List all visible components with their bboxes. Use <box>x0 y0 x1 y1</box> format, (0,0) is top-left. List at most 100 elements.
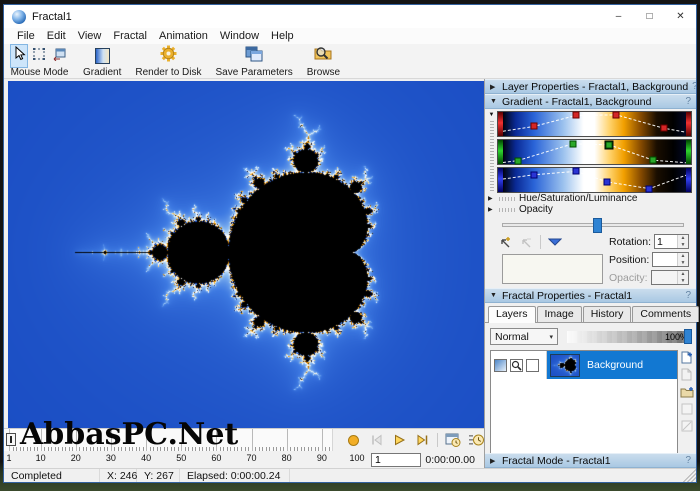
drag-grip[interactable] <box>499 208 515 212</box>
maximize-button[interactable]: □ <box>634 5 665 28</box>
red-control-point[interactable] <box>661 125 668 132</box>
green-control-point[interactable] <box>514 157 521 164</box>
collapse-arrow-icon[interactable]: ▶ <box>490 457 498 465</box>
play-button[interactable] <box>391 432 407 448</box>
collapse-arrow-icon[interactable]: ▶ <box>490 83 498 91</box>
spinner-buttons[interactable]: ▲▼ <box>677 253 688 266</box>
blue-control-point[interactable] <box>531 171 538 178</box>
cursor-button[interactable] <box>10 44 28 68</box>
collapse-arrow-icon[interactable]: ▶ <box>488 206 495 213</box>
gradient-preview[interactable] <box>503 112 686 136</box>
gear-button[interactable] <box>157 42 180 70</box>
tab-image[interactable]: Image <box>537 306 582 322</box>
frame-number-input[interactable] <box>371 453 421 467</box>
gradient-dropdown-button[interactable] <box>548 237 562 247</box>
red-control-point[interactable] <box>531 123 538 130</box>
close-button[interactable]: ✕ <box>665 5 696 28</box>
menu-view[interactable]: View <box>72 30 108 42</box>
browse-button[interactable] <box>311 43 335 69</box>
tab-layers[interactable]: Layers <box>488 306 536 323</box>
layer-row[interactable]: Background <box>491 351 677 379</box>
menu-file[interactable]: File <box>11 30 41 42</box>
insert-control-point-button[interactable] <box>498 235 512 249</box>
help-icon[interactable]: ? <box>685 290 691 301</box>
add-layer-group-button[interactable] <box>680 385 694 398</box>
position-value[interactable] <box>653 253 677 266</box>
drag-grip[interactable] <box>499 197 515 201</box>
help-icon[interactable]: ? <box>685 455 691 466</box>
layer-editable-checkbox[interactable] <box>510 359 523 372</box>
merge-layer-button[interactable] <box>680 402 694 415</box>
fractal-viewport[interactable] <box>4 79 484 428</box>
menu-edit[interactable]: Edit <box>41 30 72 42</box>
green-control-point[interactable] <box>650 157 657 164</box>
spin-down-icon[interactable]: ▼ <box>678 278 688 285</box>
panel-header-gradient[interactable]: ▼ Gradient - Fractal1, Background ? <box>485 94 696 109</box>
record-button[interactable] <box>345 432 361 448</box>
mandelbrot-render[interactable] <box>8 81 484 428</box>
resize-grip[interactable] <box>683 469 696 482</box>
panel-header-fractal-properties[interactable]: ▼ Fractal Properties - Fractal1 ? <box>485 288 696 303</box>
menu-fractal[interactable]: Fractal <box>107 30 153 42</box>
first-frame-button[interactable] <box>368 432 384 448</box>
spin-down-icon[interactable]: ▼ <box>678 260 688 267</box>
opacity-spinbox[interactable]: ▲▼ <box>651 270 689 285</box>
panel-header-layer-properties[interactable]: ▶ Layer Properties - Fractal1, Backgroun… <box>485 79 696 94</box>
gradient-menu-icon[interactable]: ▼ <box>489 111 495 119</box>
layer-transparent-checkbox[interactable] <box>526 359 539 372</box>
menu-window[interactable]: Window <box>214 30 265 42</box>
subsection-opacity[interactable]: ▶Opacity <box>486 204 694 215</box>
duplicate-layer-button[interactable] <box>680 368 694 381</box>
layers-list[interactable]: Background <box>490 350 678 458</box>
slider-thumb[interactable] <box>593 218 602 233</box>
green-control-point[interactable] <box>606 141 613 148</box>
gradient-button[interactable] <box>93 46 112 66</box>
render-animation-button[interactable] <box>445 432 461 448</box>
tab-history[interactable]: History <box>583 306 632 322</box>
gradient-bar-red[interactable] <box>497 111 692 137</box>
minimize-button[interactable]: – <box>603 5 634 28</box>
blue-control-point[interactable] <box>646 185 653 192</box>
timeline-position-marker[interactable] <box>6 433 16 446</box>
gradient-bar-blue[interactable] <box>497 167 692 193</box>
rotation-spinbox[interactable]: 1 ▲▼ <box>654 234 689 249</box>
last-frame-button[interactable] <box>414 432 430 448</box>
gradient-preview[interactable] <box>503 168 686 192</box>
opacity-value[interactable] <box>652 271 677 284</box>
layer-selection[interactable]: Background <box>547 351 677 379</box>
collapse-arrow-icon[interactable]: ▶ <box>488 195 495 202</box>
blue-control-point[interactable] <box>604 178 611 185</box>
red-control-point[interactable] <box>613 111 620 118</box>
expand-arrow-icon[interactable]: ▼ <box>490 98 498 105</box>
opacity-slider-thumb[interactable] <box>684 329 692 344</box>
spinner-buttons[interactable]: ▲▼ <box>677 271 688 284</box>
add-layer-button[interactable] <box>680 351 694 364</box>
spin-down-icon[interactable]: ▼ <box>678 242 688 249</box>
subsection-hue-saturation-luminance[interactable]: ▶Hue/Saturation/Luminance <box>486 193 694 204</box>
blend-mode-select[interactable]: Normal ▾ <box>490 328 558 345</box>
gradient-bar-green[interactable] <box>497 139 692 165</box>
green-control-point[interactable] <box>569 140 576 147</box>
save-parameters-button[interactable] <box>242 43 266 70</box>
select-region-button[interactable] <box>30 45 48 68</box>
help-icon[interactable]: ? <box>685 96 691 107</box>
delete-control-point-button[interactable] <box>519 235 533 249</box>
menu-help[interactable]: Help <box>265 30 300 42</box>
red-control-point[interactable] <box>573 112 580 119</box>
gradient-position-slider[interactable] <box>502 223 684 227</box>
help-icon[interactable]: ? <box>692 81 696 92</box>
layer-opacity-slider[interactable]: 100% <box>567 331 690 343</box>
flatten-button[interactable] <box>680 419 694 432</box>
panel-header-fractal-mode[interactable]: ▶ Fractal Mode - Fractal1 ? <box>485 453 696 468</box>
animation-options-button[interactable] <box>468 432 484 448</box>
selected-color-preview[interactable] <box>502 254 603 284</box>
menu-animation[interactable]: Animation <box>153 30 214 42</box>
switch-mode-button[interactable] <box>50 45 69 68</box>
tab-comments[interactable]: Comments <box>632 306 699 322</box>
layer-visible-checkbox[interactable] <box>494 359 507 372</box>
blue-control-point[interactable] <box>573 168 580 175</box>
position-spinbox[interactable]: ▲▼ <box>652 252 689 267</box>
gradient-preview[interactable] <box>503 140 686 164</box>
expand-arrow-icon[interactable]: ▼ <box>490 292 498 299</box>
spinner-buttons[interactable]: ▲▼ <box>677 235 688 248</box>
